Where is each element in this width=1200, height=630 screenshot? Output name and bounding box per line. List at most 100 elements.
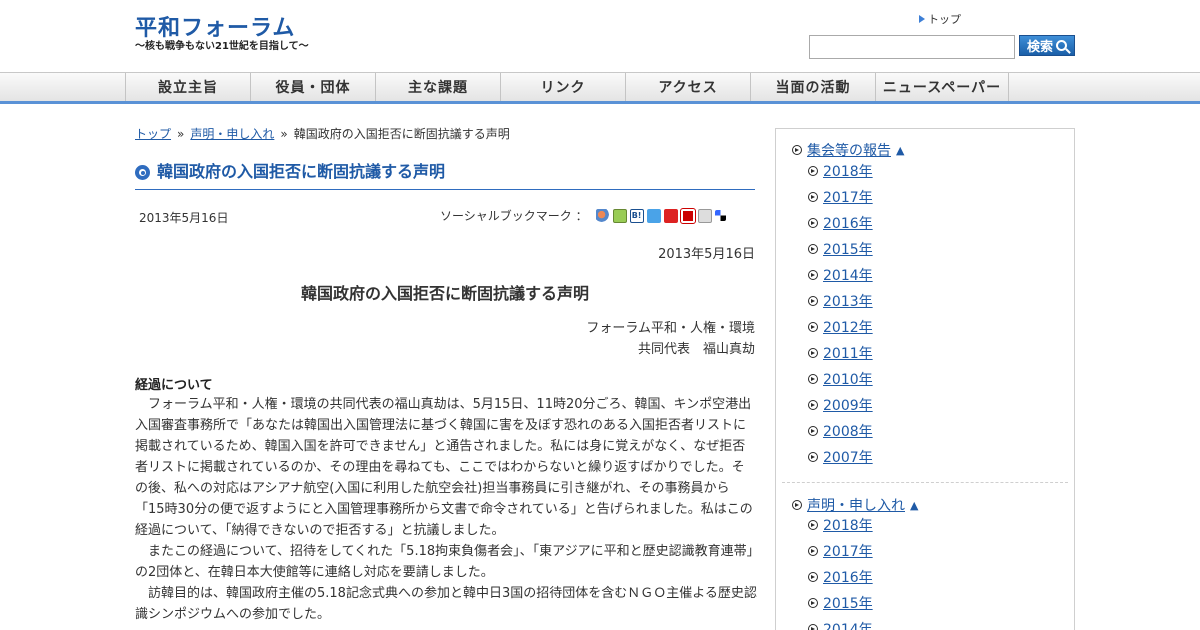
search-icon [1056,40,1067,51]
sidebar-item[interactable]: 2018年 [808,158,873,184]
nav-item-access[interactable]: アクセス [625,73,750,101]
sidebar-item-link[interactable]: 2017年 [823,187,873,207]
livedoor-icon[interactable] [646,208,661,223]
sidebar-divider [782,482,1068,483]
post-title: 韓国政府の入国拒否に断固抗議する声明 [135,160,755,190]
sidebar-item[interactable]: 2016年 [808,210,873,236]
sidebar-list-reports: 2018年 2017年 2016年 2015年 2014年 2013年 2012… [808,158,873,470]
sidebar-item-link[interactable]: 2011年 [823,343,873,363]
sidebar-item-link[interactable]: 2015年 [823,239,873,259]
buzzurl-icon[interactable] [663,208,678,223]
sidebar-item[interactable]: 2013年 [808,288,873,314]
sidebar: 集会等の報告 ▲ 2018年 2017年 2016年 2015年 2014年 20… [775,128,1075,630]
nav-item-issues[interactable]: 主な課題 [375,73,500,101]
sidebar-item-link[interactable]: 2017年 [823,541,873,561]
paragraph: またこの経過について、招待をしてくれた「5.18拘束負傷者会」、「東アジアに平和… [135,544,754,580]
document-signature: フォーラム平和・人権・環境 共同代表 福山真劫 [435,318,755,360]
sidebar-list-statements: 2018年 2017年 2016年 2015年 2014年 [808,512,873,630]
sidebar-item-link[interactable]: 2018年 [823,515,873,535]
search-input[interactable] [809,35,1015,59]
hatena-icon[interactable]: B! [629,208,644,223]
bullet-arrow-icon [808,572,818,582]
bullet-arrow-icon [808,598,818,608]
nav-item-links[interactable]: リンク [500,73,625,101]
org-name: フォーラム平和・人権・環境 [586,321,755,336]
sidebar-item[interactable]: 2007年 [808,444,873,470]
sidebar-item-link[interactable]: 2012年 [823,317,873,337]
social-bookmarks: ソーシャルブックマーク ： B! [440,207,726,224]
delicious-icon[interactable] [714,210,726,221]
sidebar-item[interactable]: 2018年 [808,512,873,538]
sidebar-item[interactable]: 2015年 [808,236,873,262]
collapse-arrow-icon[interactable]: ▲ [910,499,918,512]
nav-item-newspaper[interactable]: ニュースペーパー [875,73,1009,101]
paragraph: 訪韓目的は、韓国政府主催の5.18記念式典への参加と韓中日3国の招待団体を含むＮ… [135,586,757,622]
sidebar-item-link[interactable]: 2007年 [823,447,873,467]
sidebar-item[interactable]: 2010年 [808,366,873,392]
sidebar-item[interactable]: 2017年 [808,184,873,210]
document-title: 韓国政府の入国拒否に断固抗議する声明 [300,284,589,303]
yahoo-bookmark-icon[interactable] [679,207,696,224]
sidebar-item[interactable]: 2017年 [808,538,873,564]
site-title[interactable]: 平和フォーラム [135,16,309,42]
bullet-arrow-icon [808,166,818,176]
newsing-icon[interactable] [697,208,712,223]
site-subtitle: 〜核も戦争もない21世紀を目指して〜 [135,41,309,52]
sidebar-item-link[interactable]: 2008年 [823,421,873,441]
bullet-arrow-icon [808,348,818,358]
section-heading: 経過について [135,378,213,393]
sidebar-heading-reports[interactable]: 集会等の報告 ▲ [792,140,904,160]
sidebar-item[interactable]: 2011年 [808,340,873,366]
bullet-arrow-icon [808,426,818,436]
nav-item-officers[interactable]: 役員・団体 [250,73,375,101]
bullet-arrow-icon [808,624,818,630]
sidebar-item-link[interactable]: 2018年 [823,161,873,181]
sidebar-item[interactable]: 2009年 [808,392,873,418]
breadcrumb-category[interactable]: 声明・申し入れ [190,127,274,141]
breadcrumb-current: 韓国政府の入国拒否に断固抗議する声明 [293,127,510,141]
bullet-arrow-icon [808,296,818,306]
breadcrumb-separator: » [177,127,185,141]
target-circle-icon [135,165,150,180]
org-representative: 共同代表 福山真劫 [637,342,755,357]
breadcrumb-separator: » [280,127,288,141]
add-clip-icon[interactable] [612,208,627,223]
collapse-arrow-icon[interactable]: ▲ [896,144,904,157]
sidebar-item[interactable]: 2015年 [808,590,873,616]
sidebar-item-link[interactable]: 2015年 [823,593,873,613]
sidebar-item[interactable]: 2008年 [808,418,873,444]
sidebar-item[interactable]: 2012年 [808,314,873,340]
breadcrumb: トップ » 声明・申し入れ » 韓国政府の入国拒否に断固抗議する声明 [135,125,510,142]
search-button[interactable]: 検索 [1019,35,1075,56]
sidebar-item-link[interactable]: 2016年 [823,567,873,587]
nav-item-founding[interactable]: 設立主旨 [125,73,250,101]
sidebar-item-link[interactable]: 2013年 [823,291,873,311]
sidebar-item-link[interactable]: 2014年 [823,619,873,630]
triangle-right-icon [919,15,925,23]
sidebar-item-link[interactable]: 2014年 [823,265,873,285]
post-date: 2013年5月16日 [139,211,229,225]
sidebar-heading-label: 集会等の報告 [807,143,891,159]
sidebar-item[interactable]: 2014年 [808,262,873,288]
bullet-arrow-icon [808,400,818,410]
header-top-link-label: トップ [928,13,961,26]
bullet-arrow-icon [808,452,818,462]
sidebar-item-link[interactable]: 2016年 [823,213,873,233]
bullet-arrow-icon [808,270,818,280]
sidebar-item[interactable]: 2016年 [808,564,873,590]
document-date: 2013年5月16日 [658,247,755,262]
header-top-link[interactable]: トップ [919,11,961,27]
bullet-arrow-icon [792,500,802,510]
bookmark-icon[interactable] [595,208,610,223]
article-body: フォーラム平和・人権・環境の共同代表の福山真劫は、5月15日、11時20分ごろ、… [135,394,757,625]
nav-item-activities[interactable]: 当面の活動 [750,73,875,101]
main-nav: 設立主旨 役員・団体 主な課題 リンク アクセス 当面の活動 ニュースペーパー [0,72,1200,104]
bullet-arrow-icon [808,218,818,228]
sidebar-item[interactable]: 2014年 [808,616,873,630]
bullet-arrow-icon [808,520,818,530]
breadcrumb-home[interactable]: トップ [135,127,171,141]
bullet-arrow-icon [808,322,818,332]
sidebar-item-link[interactable]: 2009年 [823,395,873,415]
site-logo[interactable]: 平和フォーラム 〜核も戦争もない21世紀を目指して〜 [135,16,309,53]
sidebar-item-link[interactable]: 2010年 [823,369,873,389]
